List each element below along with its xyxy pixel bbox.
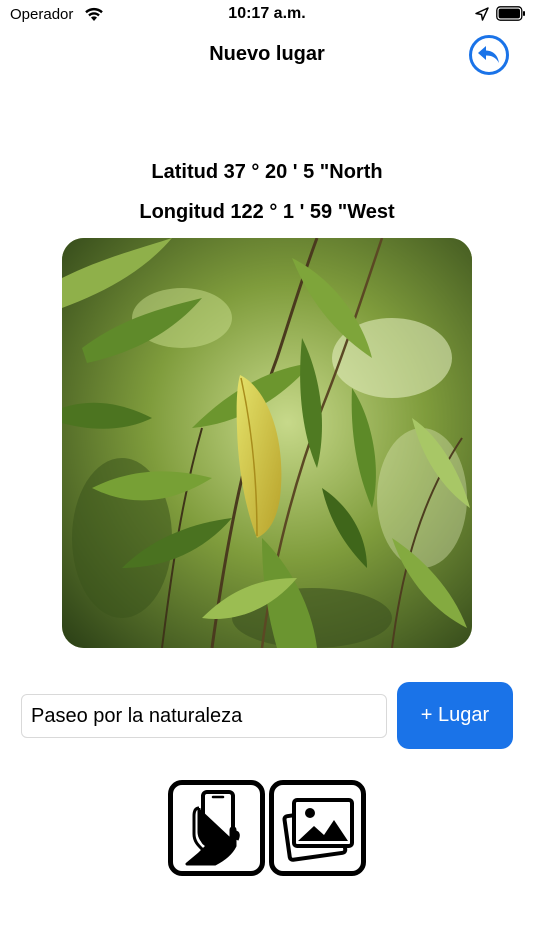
latitude-label: Latitud 37 ° 20 ' 5 "North (151, 161, 383, 183)
status-bar: Operador 10:17 a.m. (0, 0, 534, 30)
longitude-label: Longitud 122 ° 1 ' 59 "West (139, 201, 395, 223)
undo-arrow-icon (478, 46, 499, 63)
add-place-button[interactable]: + Lugar (397, 682, 513, 749)
status-time: 10:17 a.m. (228, 5, 306, 22)
back-button[interactable] (469, 35, 509, 75)
location-arrow-icon (475, 7, 489, 21)
place-name-input[interactable] (21, 694, 387, 738)
photo-gallery-icon (281, 798, 354, 862)
battery-icon (496, 6, 525, 21)
gallery-button[interactable] (269, 780, 366, 876)
place-photo (62, 238, 472, 648)
phone-in-hand-icon (185, 790, 240, 866)
page-title: Nuevo lugar (209, 43, 325, 65)
camera-button[interactable] (168, 780, 265, 876)
